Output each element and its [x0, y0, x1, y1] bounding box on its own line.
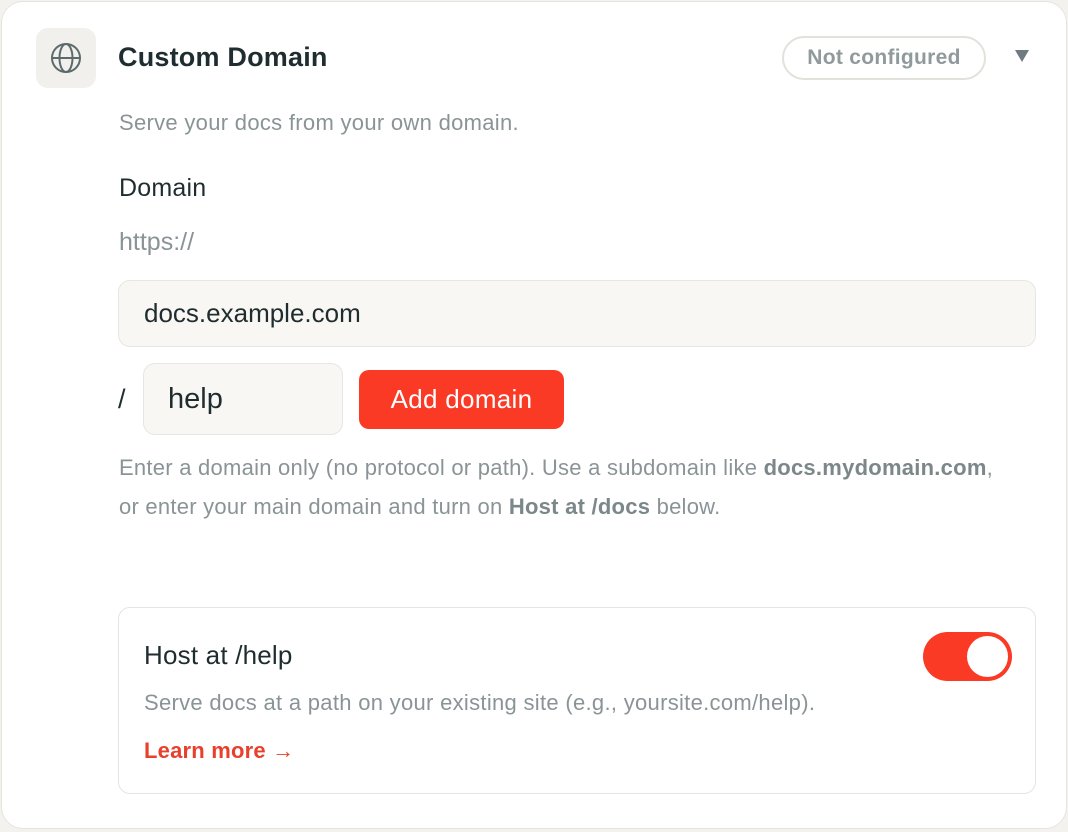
- help-text-part1: Enter a domain only (no protocol or path…: [119, 455, 764, 480]
- domain-help-text: Enter a domain only (no protocol or path…: [119, 449, 1019, 526]
- protocol-prefix: https://: [119, 228, 195, 256]
- add-domain-button[interactable]: Add domain: [359, 370, 564, 429]
- toggle-knob: [967, 636, 1008, 677]
- host-description: Serve docs at a path on your existing si…: [144, 690, 816, 715]
- status-badge: Not configured: [782, 36, 986, 80]
- card-subtitle: Serve your docs from your own domain.: [119, 110, 519, 135]
- domain-label: Domain: [119, 174, 207, 202]
- help-text-example-domain: docs.mydomain.com: [763, 455, 987, 480]
- host-at-path-section: Host at /help Serve docs at a path on yo…: [118, 607, 1036, 794]
- globe-icon: [36, 28, 96, 88]
- host-toggle[interactable]: [923, 632, 1012, 681]
- help-text-host-option: Host at /docs: [508, 493, 651, 519]
- learn-more-link[interactable]: Learn more →: [144, 738, 294, 764]
- path-input[interactable]: [143, 363, 343, 435]
- card-title: Custom Domain: [118, 42, 328, 72]
- path-separator: /: [118, 384, 126, 414]
- domain-input[interactable]: [118, 280, 1036, 347]
- help-text-part3: below.: [650, 493, 721, 519]
- chevron-down-icon[interactable]: [1012, 46, 1032, 66]
- host-title: Host at /help: [144, 640, 293, 670]
- custom-domain-card: Custom Domain Not configured Serve your …: [1, 1, 1067, 829]
